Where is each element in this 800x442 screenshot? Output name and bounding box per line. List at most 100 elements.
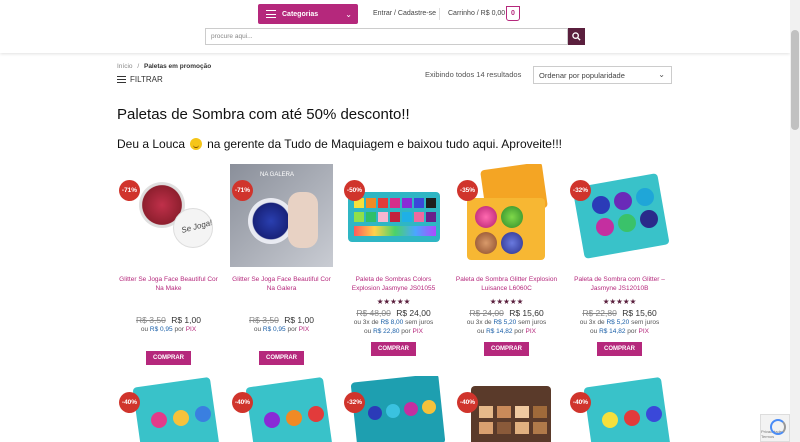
product-name[interactable]: Glitter Se Joga Face Beautiful Cor Na Ma…	[117, 275, 220, 295]
pix-prefix: ou	[364, 328, 372, 335]
discount-badge: -32%	[570, 180, 591, 201]
search-input[interactable]: procure aqui...	[205, 28, 568, 45]
product-card: -40%	[117, 376, 220, 442]
pix-value: R$ 14,82	[599, 328, 626, 335]
breadcrumb-separator: /	[137, 63, 140, 70]
cart-link[interactable]: Carrinho / R$ 0,00	[448, 10, 505, 17]
pix-price: ou R$ 14,82 por PIX	[568, 327, 671, 336]
search-placeholder: procure aqui...	[211, 33, 253, 40]
cart-icon[interactable]: 0	[506, 6, 520, 21]
filter-icon	[117, 76, 126, 83]
cart-count: 0	[511, 10, 515, 17]
installment-prefix: ou 3x de	[353, 319, 379, 326]
installment-value: R$ 8,00	[380, 319, 404, 326]
pix-suffix: por	[514, 328, 524, 335]
pix-suffix: por	[627, 328, 637, 335]
pix-price: ou R$ 0,95 por PIX	[117, 325, 220, 334]
pix-label: PIX	[525, 328, 536, 335]
installment-suffix: sem juros	[405, 319, 434, 326]
page-scrollbar[interactable]	[790, 0, 800, 442]
discount-badge: -71%	[232, 180, 253, 201]
product-name[interactable]: Paleta de Sombras Colors Explosion Jasmy…	[342, 275, 445, 295]
page-subtitle: Deu a Louca na gerente da Tudo de Maquia…	[117, 137, 562, 151]
product-image[interactable]: -35%	[455, 164, 558, 267]
discount-badge: -50%	[344, 180, 365, 201]
buy-button[interactable]: COMPRAR	[146, 351, 191, 365]
rating-stars: ★★★★★	[376, 297, 411, 306]
installment-price: ou 3x de R$ 8,00 sem juros	[342, 318, 445, 327]
buy-button[interactable]: COMPRAR	[484, 342, 529, 356]
recaptcha-label: Privacidade - Termos	[761, 429, 785, 439]
product-image[interactable]: -40%	[568, 376, 671, 442]
buy-button[interactable]: COMPRAR	[371, 342, 416, 356]
discount-badge: -40%	[457, 392, 478, 413]
buy-button[interactable]: COMPRAR	[597, 342, 642, 356]
discount-badge: -71%	[119, 180, 140, 201]
pix-label: PIX	[185, 326, 197, 333]
order-selected: Ordenar por popularidade	[539, 70, 625, 80]
rating-stars: ★★★★★	[489, 297, 524, 306]
product-name[interactable]: Glitter Se Joga Face Beautiful Cor Na Ga…	[230, 275, 333, 295]
filter-label: FILTRAR	[130, 75, 163, 84]
product-image[interactable]: -40%	[230, 376, 333, 442]
pix-prefix: ou	[477, 328, 485, 335]
product-name[interactable]: Paleta de Sombra Glitter Explosion Luisa…	[455, 275, 558, 295]
order-select[interactable]: Ordenar por popularidade ⌄	[533, 66, 672, 84]
breadcrumb-home[interactable]: Início	[117, 63, 133, 70]
installment-prefix: ou 3x de	[579, 319, 605, 326]
search-button[interactable]	[568, 28, 585, 45]
pix-label: PIX	[298, 326, 310, 333]
product-image[interactable]: -40%	[455, 376, 558, 442]
page-title: Paletas de Sombra com até 50% desconto!!	[117, 106, 410, 123]
installment-price: ou 3x de R$ 5,20 sem juros	[455, 318, 558, 327]
installment-value: R$ 5,20	[493, 319, 517, 326]
current-price: R$ 24,00	[396, 308, 431, 318]
subtitle-start: Deu a Louca	[117, 137, 186, 151]
filter-button[interactable]: FILTRAR	[117, 75, 163, 84]
discount-badge: -40%	[232, 392, 253, 413]
product-card: -32%	[342, 376, 445, 442]
results-count: Exibindo todos 14 resultados	[425, 70, 522, 79]
login-link[interactable]: Entrar / Cadastre-se	[373, 10, 436, 17]
pix-price: ou R$ 0,95 por PIX	[230, 325, 333, 334]
product-card: -50% Paleta de Sombras Colors Explosion …	[342, 164, 445, 356]
product-image[interactable]: -32%	[342, 376, 445, 442]
breadcrumb: Início / Paletas em promoção	[117, 63, 211, 70]
pix-label: PIX	[412, 328, 423, 335]
old-price: R$ 22,80	[582, 308, 617, 318]
old-price: R$ 24,00	[469, 308, 504, 318]
buy-button[interactable]: COMPRAR	[259, 351, 304, 365]
product-card: -71% NA GALERA Glitter Se Joga Face Beau…	[230, 164, 333, 365]
product-image[interactable]: -50%	[342, 164, 445, 267]
installment-prefix: ou 3x de	[466, 319, 492, 326]
product-image[interactable]: -71% Se Joga!	[117, 164, 220, 267]
product-price: R$ 22,80 R$ 15,60	[568, 308, 671, 318]
product-price: R$ 3,50 R$ 1,00	[230, 315, 333, 325]
pix-price: ou R$ 22,80 por PIX	[342, 327, 445, 336]
pix-suffix: por	[287, 326, 297, 333]
old-price: R$ 3,50	[136, 315, 166, 325]
current-price: R$ 15,60	[622, 308, 657, 318]
categories-menu-button[interactable]: Categorias ⌄	[258, 4, 358, 24]
product-image[interactable]: -40%	[117, 376, 220, 442]
installment-value: R$ 5,20	[606, 319, 630, 326]
discount-badge: -40%	[570, 392, 591, 413]
recaptcha-badge[interactable]: Privacidade - Termos	[760, 414, 790, 442]
current-price: R$ 1,00	[284, 315, 314, 325]
product-image[interactable]: -32%	[568, 164, 671, 267]
product-image[interactable]: -71% NA GALERA	[230, 164, 333, 267]
chevron-down-icon: ⌄	[345, 9, 352, 19]
pix-suffix: por	[401, 328, 411, 335]
pix-label: PIX	[638, 328, 649, 335]
scrollbar-thumb[interactable]	[791, 30, 799, 130]
pix-suffix: por	[174, 326, 184, 333]
product-name[interactable]: Paleta de Sombra com Glitter – Jasmyne J…	[568, 275, 671, 295]
product-card: -71% Se Joga! Glitter Se Joga Face Beaut…	[117, 164, 220, 365]
subtitle-end: na gerente da Tudo de Maquiagem e baixou…	[207, 137, 562, 151]
product-card: -35% Paleta de Sombra Glitter Explosion …	[455, 164, 558, 356]
silly-face-emoji-icon	[190, 138, 203, 150]
discount-badge: -35%	[457, 180, 478, 201]
current-price: R$ 15,60	[509, 308, 544, 318]
breadcrumb-current: Paletas em promoção	[143, 63, 212, 70]
old-price: R$ 3,50	[249, 315, 279, 325]
